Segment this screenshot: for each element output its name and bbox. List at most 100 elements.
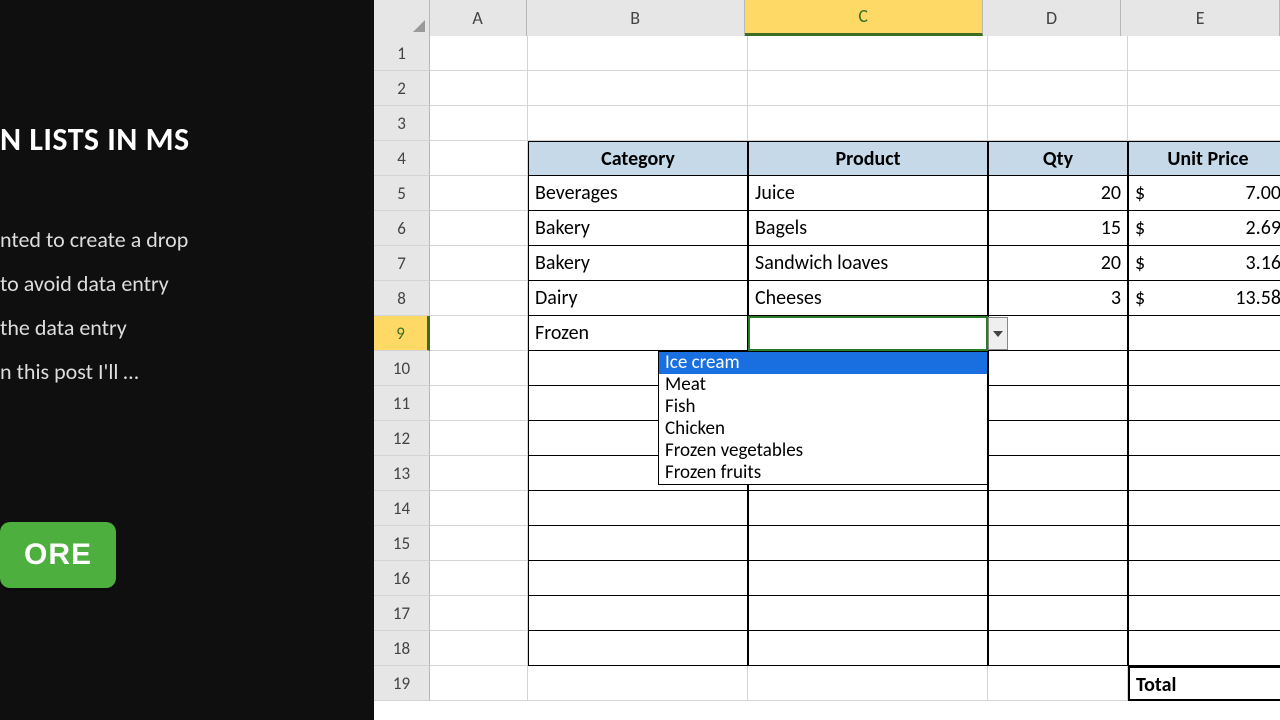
cell[interactable] bbox=[528, 71, 748, 106]
cell[interactable] bbox=[748, 106, 988, 141]
dropdown-item[interactable]: Frozen fruits bbox=[659, 462, 987, 484]
row-header-2[interactable]: 2 bbox=[374, 71, 430, 106]
header-unit-price[interactable]: Unit Price bbox=[1128, 141, 1280, 176]
cell-qty[interactable]: 20 bbox=[988, 176, 1128, 211]
cell[interactable] bbox=[430, 386, 528, 421]
cell-unit-price[interactable] bbox=[1128, 491, 1280, 526]
row-header-17[interactable]: 17 bbox=[374, 596, 430, 631]
cell[interactable] bbox=[430, 316, 528, 351]
cell-unit-price[interactable] bbox=[1128, 561, 1280, 596]
cell[interactable] bbox=[430, 596, 528, 631]
cell[interactable] bbox=[988, 71, 1128, 106]
row-header-6[interactable]: 6 bbox=[374, 211, 430, 246]
cell[interactable] bbox=[430, 71, 528, 106]
col-header-e[interactable]: E bbox=[1121, 0, 1280, 36]
active-cell-product-dropdown[interactable] bbox=[748, 316, 988, 351]
header-qty[interactable]: Qty bbox=[988, 141, 1128, 176]
cell[interactable] bbox=[528, 666, 748, 701]
row-header-8[interactable]: 8 bbox=[374, 281, 430, 316]
col-header-b[interactable]: B bbox=[527, 0, 745, 36]
dropdown-item[interactable]: Frozen vegetables bbox=[659, 440, 987, 462]
cell[interactable] bbox=[430, 456, 528, 491]
row-header-18[interactable]: 18 bbox=[374, 631, 430, 666]
cell-category[interactable]: Frozen bbox=[528, 316, 748, 351]
cell[interactable] bbox=[430, 246, 528, 281]
row-header-14[interactable]: 14 bbox=[374, 491, 430, 526]
cell[interactable] bbox=[1128, 106, 1280, 141]
cell[interactable] bbox=[748, 666, 988, 701]
cell[interactable] bbox=[430, 526, 528, 561]
dropdown-item[interactable]: Ice cream bbox=[659, 352, 987, 374]
row-header-9[interactable]: 9 bbox=[374, 316, 430, 351]
cell-product[interactable]: Sandwich loaves bbox=[748, 246, 988, 281]
cell[interactable] bbox=[430, 106, 528, 141]
cell[interactable] bbox=[988, 36, 1128, 71]
cell-qty[interactable]: 15 bbox=[988, 211, 1128, 246]
cell[interactable] bbox=[430, 631, 528, 666]
total-label[interactable]: Total bbox=[1128, 666, 1280, 701]
cell-unit-price[interactable]: $2.69 bbox=[1128, 211, 1280, 246]
cell-product[interactable] bbox=[748, 596, 988, 631]
col-header-a[interactable]: A bbox=[430, 0, 527, 36]
cell-unit-price[interactable] bbox=[1128, 456, 1280, 491]
cell-unit-price[interactable]: $13.58 bbox=[1128, 281, 1280, 316]
cell[interactable] bbox=[988, 666, 1128, 701]
row-header-4[interactable]: 4 bbox=[374, 141, 430, 176]
cell-qty[interactable] bbox=[988, 351, 1128, 386]
cell-product[interactable]: Juice bbox=[748, 176, 988, 211]
cell-unit-price[interactable] bbox=[1128, 351, 1280, 386]
cell[interactable] bbox=[430, 281, 528, 316]
cell-category[interactable] bbox=[528, 491, 748, 526]
row-header-7[interactable]: 7 bbox=[374, 246, 430, 281]
cell-qty[interactable] bbox=[988, 456, 1128, 491]
cell-qty[interactable] bbox=[988, 631, 1128, 666]
cell-product[interactable] bbox=[748, 631, 988, 666]
cell[interactable] bbox=[1128, 36, 1280, 71]
cell-product[interactable]: Bagels bbox=[748, 211, 988, 246]
row-header-16[interactable]: 16 bbox=[374, 561, 430, 596]
cell-qty[interactable] bbox=[988, 421, 1128, 456]
cell[interactable] bbox=[430, 561, 528, 596]
cell-unit-price[interactable] bbox=[1128, 316, 1280, 351]
cell-product[interactable] bbox=[748, 561, 988, 596]
cell-product[interactable] bbox=[748, 491, 988, 526]
cell-category[interactable] bbox=[528, 561, 748, 596]
cell[interactable] bbox=[430, 351, 528, 386]
row-header-10[interactable]: 10 bbox=[374, 351, 430, 386]
cell-product[interactable]: Cheeses bbox=[748, 281, 988, 316]
cell-qty[interactable] bbox=[988, 491, 1128, 526]
cell-unit-price[interactable]: $3.16 bbox=[1128, 246, 1280, 281]
dropdown-list[interactable]: Ice creamMeatFishChickenFrozen vegetable… bbox=[658, 351, 988, 485]
header-category[interactable]: Category bbox=[528, 141, 748, 176]
cell-unit-price[interactable] bbox=[1128, 421, 1280, 456]
cell-qty[interactable]: 3 bbox=[988, 281, 1128, 316]
cell-unit-price[interactable] bbox=[1128, 526, 1280, 561]
cell[interactable] bbox=[430, 211, 528, 246]
cell[interactable] bbox=[528, 36, 748, 71]
col-header-c[interactable]: C bbox=[745, 0, 983, 36]
cell[interactable] bbox=[748, 71, 988, 106]
cell[interactable] bbox=[430, 36, 528, 71]
cell-qty[interactable] bbox=[988, 561, 1128, 596]
cell-category[interactable] bbox=[528, 596, 748, 631]
cell-qty[interactable] bbox=[988, 386, 1128, 421]
cell[interactable] bbox=[1128, 71, 1280, 106]
cell[interactable] bbox=[430, 176, 528, 211]
cell-category[interactable]: Beverages bbox=[528, 176, 748, 211]
dropdown-item[interactable]: Chicken bbox=[659, 418, 987, 440]
cell-category[interactable]: Bakery bbox=[528, 211, 748, 246]
cell-unit-price[interactable]: $7.00 bbox=[1128, 176, 1280, 211]
row-header-5[interactable]: 5 bbox=[374, 176, 430, 211]
read-more-button[interactable]: ORE bbox=[0, 522, 116, 588]
cell[interactable] bbox=[430, 421, 528, 456]
col-header-d[interactable]: D bbox=[983, 0, 1122, 36]
cell-unit-price[interactable] bbox=[1128, 596, 1280, 631]
dropdown-item[interactable]: Fish bbox=[659, 396, 987, 418]
select-all-corner[interactable] bbox=[374, 0, 430, 36]
dropdown-item[interactable]: Meat bbox=[659, 374, 987, 396]
cell[interactable] bbox=[430, 666, 528, 701]
cell[interactable] bbox=[748, 36, 988, 71]
header-product[interactable]: Product bbox=[748, 141, 988, 176]
row-header-3[interactable]: 3 bbox=[374, 106, 430, 141]
cell[interactable] bbox=[988, 106, 1128, 141]
